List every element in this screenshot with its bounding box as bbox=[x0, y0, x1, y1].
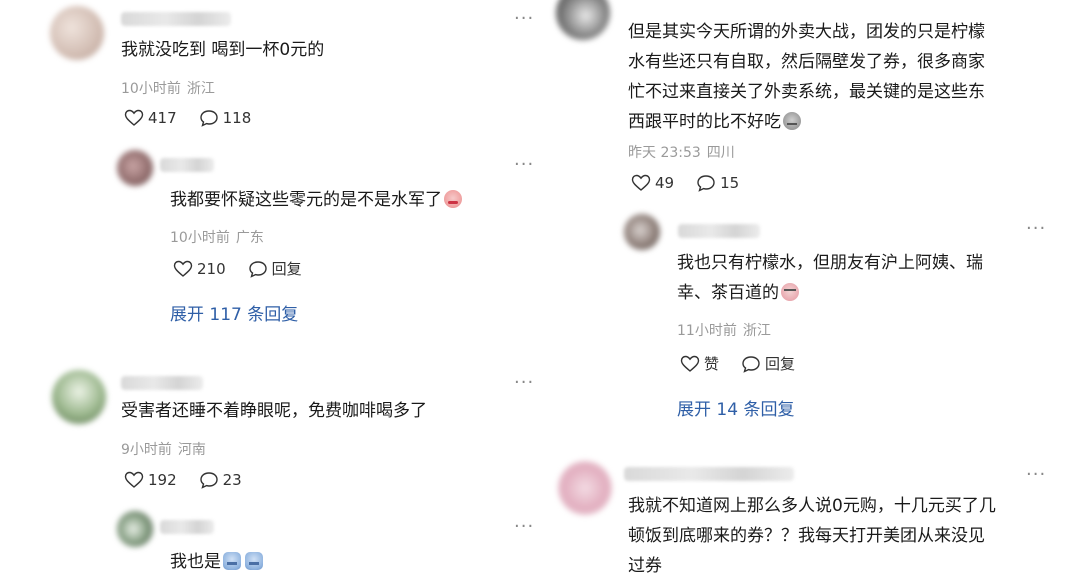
frozen-emoji-icon bbox=[223, 552, 241, 570]
comment-time: 昨天 23:53 bbox=[628, 145, 701, 161]
reply-meta: 11小时前 浙江 bbox=[677, 320, 771, 340]
reply-button[interactable]: 回复 bbox=[741, 353, 795, 374]
comment-text-line: 忙不过来直接关了外卖系统，最关键的是这些东 bbox=[628, 82, 985, 102]
heart-icon bbox=[124, 109, 144, 126]
comment-meta: 昨天 23:53 四川 bbox=[628, 142, 735, 162]
username-blurred[interactable] bbox=[160, 520, 214, 534]
comment-icon bbox=[199, 110, 218, 127]
comment-icon bbox=[742, 355, 760, 373]
like-button[interactable]: 210 bbox=[173, 260, 226, 278]
tearful-emoji-icon bbox=[781, 283, 799, 301]
username-blurred[interactable] bbox=[160, 158, 214, 172]
reply-count: 15 bbox=[720, 174, 740, 192]
comment-icon bbox=[199, 472, 218, 489]
avatar[interactable] bbox=[50, 6, 104, 60]
more-icon[interactable]: ··· bbox=[514, 518, 534, 536]
reply-text-line: 我也只有柠檬水，但朋友有沪上阿姨、瑞 bbox=[677, 253, 983, 273]
comment-text-line: 我就不知道网上那么多人说0元购，十几元买了几 bbox=[628, 496, 996, 516]
reply-count: 118 bbox=[222, 109, 252, 127]
comment-time: 10小时前 bbox=[121, 81, 181, 97]
left-column: ··· 我就没吃到 喝到一杯0元的 10小时前 浙江 417 118 ··· 我都… bbox=[0, 0, 540, 576]
comment-text-line: 过券 bbox=[628, 556, 662, 576]
crying-emoji-icon bbox=[444, 190, 462, 208]
reply-button[interactable]: 23 bbox=[199, 471, 242, 489]
avatar[interactable] bbox=[558, 461, 612, 515]
frozen-emoji-icon bbox=[245, 552, 263, 570]
like-button[interactable]: 赞 bbox=[680, 353, 719, 374]
comment-actions: 417 118 bbox=[124, 109, 273, 127]
reply-actions: 210 回复 bbox=[173, 258, 324, 279]
heart-icon bbox=[173, 260, 193, 277]
reply-location: 广东 bbox=[235, 230, 264, 246]
reply-actions: 赞 回复 bbox=[680, 353, 817, 374]
reply-text-body: 我都要怀疑这些零元的是不是水军了 bbox=[170, 190, 442, 210]
comment-meta: 10小时前 浙江 bbox=[121, 78, 215, 98]
avatar[interactable] bbox=[117, 150, 153, 186]
more-icon[interactable]: ··· bbox=[1026, 466, 1046, 484]
like-count: 49 bbox=[655, 174, 675, 192]
username-blurred[interactable] bbox=[121, 376, 203, 390]
reply-location: 浙江 bbox=[742, 323, 771, 339]
comment-text: 但是其实今天所谓的外卖大战，团发的只是柠檬 水有些还只有自取，然后隔壁发了券，很… bbox=[628, 17, 985, 137]
like-count: 210 bbox=[197, 259, 226, 278]
username-blurred[interactable] bbox=[121, 12, 231, 26]
like-button[interactable]: 49 bbox=[631, 174, 674, 192]
reply-text-body: 我也是 bbox=[170, 552, 221, 572]
like-label: 赞 bbox=[704, 355, 720, 373]
comment-text-line: 西跟平时的比不好吃 bbox=[628, 107, 985, 137]
expand-replies-link[interactable]: 展开 14 条回复 bbox=[677, 395, 794, 420]
reply-label: 回复 bbox=[765, 355, 796, 373]
heart-icon bbox=[680, 355, 700, 372]
reply-meta: 10小时前 广东 bbox=[170, 227, 264, 247]
comment-text: 我就没吃到 喝到一杯0元的 bbox=[121, 40, 325, 60]
avatar[interactable] bbox=[117, 511, 153, 547]
reply-time: 10小时前 bbox=[170, 230, 230, 246]
like-count: 192 bbox=[148, 471, 177, 489]
username-blurred[interactable] bbox=[624, 467, 794, 481]
comment-location: 河南 bbox=[177, 442, 206, 458]
comment-location: 四川 bbox=[706, 145, 735, 161]
more-icon[interactable]: ··· bbox=[514, 374, 534, 392]
username-blurred[interactable] bbox=[678, 224, 760, 238]
comment-text-line: 顿饭到底哪来的券？？我每天打开美团从来没见 bbox=[628, 526, 985, 546]
sad-emoji-icon bbox=[783, 112, 801, 130]
comment-icon bbox=[697, 175, 715, 192]
more-icon[interactable]: ··· bbox=[514, 10, 534, 28]
like-button[interactable]: 192 bbox=[124, 471, 177, 489]
more-icon[interactable]: ··· bbox=[1026, 220, 1046, 238]
reply-count: 23 bbox=[222, 471, 242, 489]
reply-text: 我也只有柠檬水，但朋友有沪上阿姨、瑞 幸、茶百道的 bbox=[677, 248, 983, 308]
heart-icon bbox=[631, 174, 651, 191]
comment-location: 浙江 bbox=[186, 81, 215, 97]
heart-icon bbox=[124, 471, 144, 488]
comment-text-line: 但是其实今天所谓的外卖大战，团发的只是柠檬 bbox=[628, 22, 985, 42]
reply-label: 回复 bbox=[271, 260, 302, 278]
avatar[interactable] bbox=[556, 0, 610, 40]
more-icon[interactable]: ··· bbox=[514, 156, 534, 174]
like-button[interactable]: 417 bbox=[124, 109, 177, 127]
right-column: 但是其实今天所谓的外卖大战，团发的只是柠檬 水有些还只有自取，然后隔壁发了券，很… bbox=[552, 0, 1080, 576]
comment-actions: 49 15 bbox=[631, 174, 761, 192]
like-count: 417 bbox=[148, 109, 177, 127]
comment-time: 9小时前 bbox=[121, 442, 172, 458]
reply-button[interactable]: 回复 bbox=[248, 258, 302, 279]
comment-text: 我就不知道网上那么多人说0元购，十几元买了几 顿饭到底哪来的券？？我每天打开美团… bbox=[628, 491, 996, 581]
reply-text: 我也是 bbox=[170, 547, 263, 577]
reply-time: 11小时前 bbox=[677, 323, 737, 339]
comment-icon bbox=[248, 260, 267, 278]
reply-button[interactable]: 118 bbox=[199, 109, 252, 127]
reply-button[interactable]: 15 bbox=[696, 174, 739, 192]
comment-actions: 192 23 bbox=[124, 471, 264, 489]
comment-meta: 9小时前 河南 bbox=[121, 439, 206, 459]
expand-replies-link[interactable]: 展开 117 条回复 bbox=[170, 300, 298, 325]
comment-text-line: 水有些还只有自取，然后隔壁发了券，很多商家 bbox=[628, 52, 985, 72]
reply-text: 我都要怀疑这些零元的是不是水军了 bbox=[170, 185, 462, 215]
reply-text-line: 幸、茶百道的 bbox=[677, 278, 983, 308]
comment-text: 受害者还睡不着睁眼呢，免费咖啡喝多了 bbox=[121, 401, 427, 421]
avatar[interactable] bbox=[52, 370, 106, 424]
avatar[interactable] bbox=[624, 214, 660, 250]
